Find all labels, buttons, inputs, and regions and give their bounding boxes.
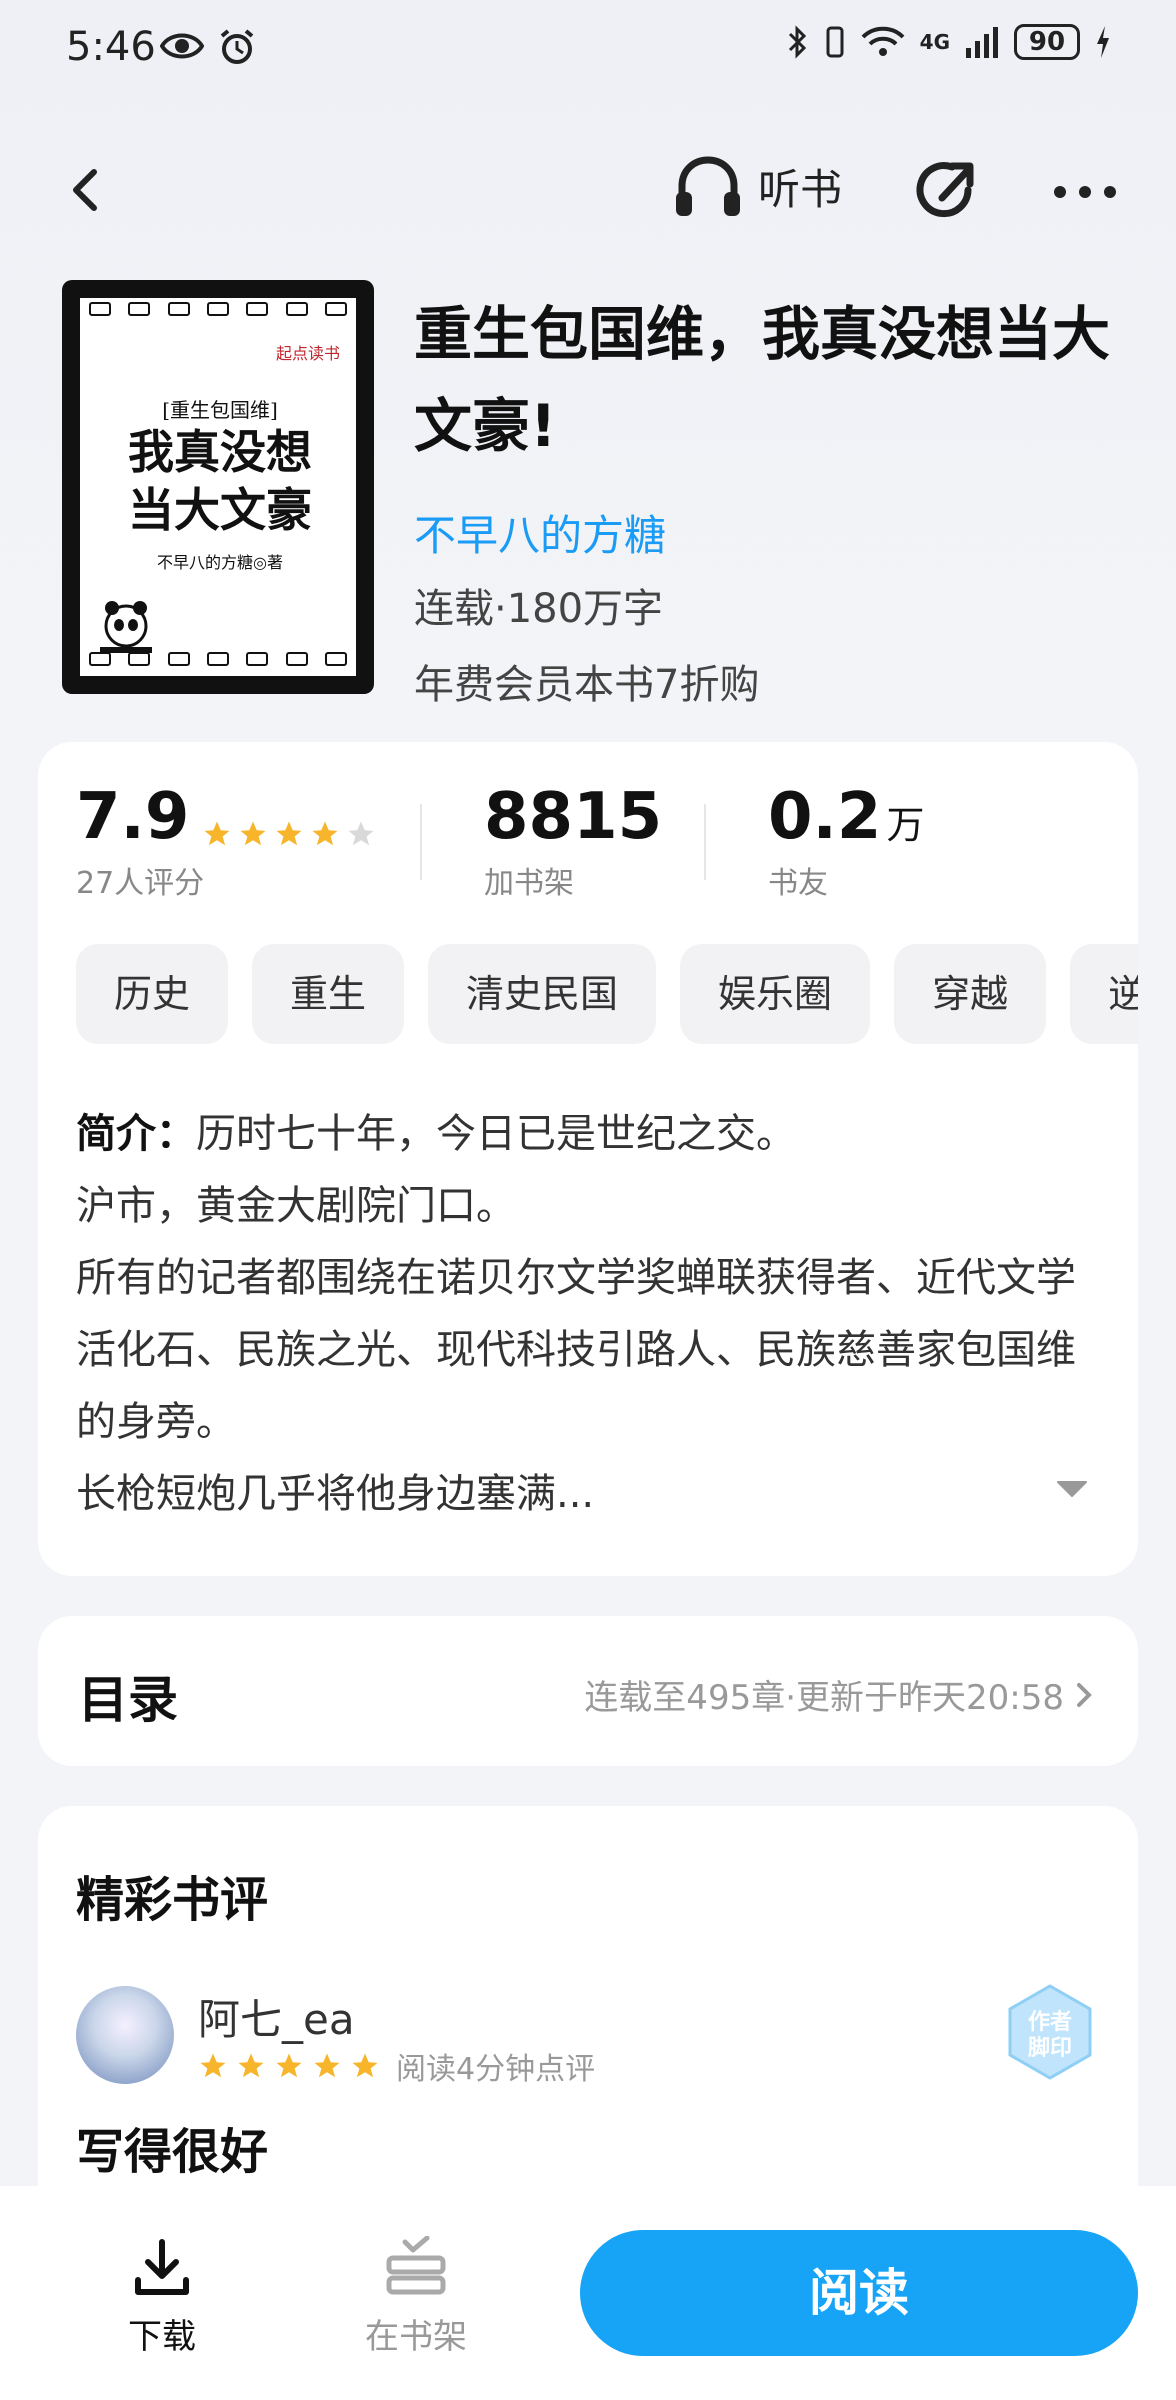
book-intro[interactable]: 简介：历时七十年，今日已是世纪之交。 沪市，黄金大剧院门口。 所有的记者都围绕在… — [76, 1098, 1086, 1530]
review-text[interactable]: 写得很好 — [76, 2112, 268, 2182]
toc-card[interactable]: 目录 连载至495章·更新于昨天20:58 — [38, 1616, 1138, 1766]
book-status: 连载·180万字 — [414, 586, 664, 632]
status-right-icons: 4G 90 — [786, 24, 1112, 60]
star-icon — [276, 2053, 302, 2078]
charging-icon — [1097, 26, 1109, 58]
cover-author: 不早八的方糖◎著 — [157, 553, 283, 572]
intro-line: 长枪短炮几乎将他身边塞满... — [76, 1471, 595, 1517]
star-icon — [240, 821, 266, 845]
rating-value: 7.9 — [76, 780, 190, 854]
intro-line: 历时七十年，今日已是世纪之交。 — [196, 1111, 796, 1157]
review-note: 阅读4分钟点评 — [396, 2052, 596, 2087]
eye-icon — [160, 33, 204, 59]
cover-subtitle: [重生包国维] — [162, 398, 278, 422]
book-author-link[interactable]: 不早八的方糖 — [414, 502, 666, 563]
status-bar: 5:46 4G 90 — [0, 0, 1176, 100]
expand-arrow-icon[interactable] — [1052, 1474, 1092, 1504]
toc-update-info: 连载至495章·更新于昨天20:58 — [584, 1678, 1064, 1718]
cover-title-line2: 当大文豪 — [128, 483, 312, 537]
shelf-count: 8815 — [484, 780, 663, 854]
vibrate-icon — [826, 26, 844, 58]
download-button[interactable]: 下载 — [112, 2236, 212, 2358]
author-footprint-badge-icon: 作者 脚印 — [1008, 1984, 1092, 2080]
listen-label: 听书 — [758, 164, 843, 214]
fans-count: 0.2 — [768, 780, 882, 854]
intro-line: 沪市，黄金大剧院门口。 — [76, 1183, 516, 1229]
film-strip-top — [80, 302, 356, 322]
rating-label: 27人评分 — [76, 866, 205, 901]
back-arrow-icon[interactable] — [60, 150, 110, 230]
cover-title-line1: 我真没想 — [128, 425, 312, 479]
alarm-icon — [220, 29, 254, 64]
status-left-icons — [160, 28, 256, 66]
signal-icon — [966, 27, 998, 58]
download-label: 下载 — [128, 2317, 196, 2357]
fans-stat[interactable]: 0.2 万 书友 — [768, 782, 924, 902]
tag-chip[interactable]: 逆 — [1070, 944, 1138, 1044]
toc-meta: 连载至495章·更新于昨天20:58 — [584, 1670, 1094, 1719]
star-icon — [200, 2053, 226, 2078]
star-empty-icon — [348, 821, 374, 845]
review-section-title: 精彩书评 — [76, 1872, 269, 1928]
bookshelf-check-icon — [386, 2235, 446, 2295]
svg-text:脚印: 脚印 — [1028, 2036, 1072, 2061]
tag-chip[interactable]: 历史 — [76, 944, 229, 1044]
bottom-action-bar: 下载 在书架 阅读 — [0, 2186, 1176, 2400]
chevron-right-icon — [1077, 1682, 1092, 1707]
star-icon — [238, 2053, 264, 2078]
tag-chip[interactable]: 清史民国 — [428, 944, 657, 1044]
stat-divider — [420, 804, 422, 880]
headphones-icon — [676, 156, 740, 216]
status-time: 5:46 — [66, 24, 156, 70]
star-icon — [204, 821, 230, 845]
share-icon[interactable] — [912, 150, 982, 230]
book-cover[interactable]: 起点读书 [重生包国维] 我真没想 当大文豪 不早八的方糖◎著 — [62, 280, 374, 694]
review-stars: 阅读4分钟点评 — [198, 2044, 595, 2088]
on-shelf-button[interactable]: 在书架 — [354, 2235, 478, 2358]
rating-stat[interactable]: 7.9 27人评分 — [76, 782, 376, 902]
film-strip-bottom — [80, 652, 356, 672]
wifi-icon — [861, 26, 905, 56]
cover-text: [重生包国维] 我真没想 当大文豪 不早八的方糖◎著 — [100, 394, 340, 573]
tag-list: 历史 重生 清史民国 娱乐圈 穿越 逆 — [76, 944, 1138, 1048]
listen-button[interactable]: 听书 — [672, 152, 842, 220]
star-icon — [276, 821, 302, 845]
tag-chip[interactable]: 重生 — [252, 944, 405, 1044]
stat-divider — [704, 804, 706, 880]
avatar[interactable] — [76, 1986, 174, 2084]
tag-chip[interactable]: 娱乐圈 — [680, 944, 871, 1044]
shelf-label: 加书架 — [484, 866, 574, 901]
svg-text:作者: 作者 — [1028, 2010, 1072, 2035]
vip-discount-text[interactable]: 年费会员本书7折购 — [414, 652, 759, 710]
intro-label: 简介： — [76, 1111, 196, 1157]
cover-brand: 起点读书 — [275, 344, 340, 363]
star-icon — [352, 2053, 378, 2078]
download-icon — [135, 2239, 189, 2295]
star-icon — [312, 821, 338, 845]
tag-chip[interactable]: 穿越 — [894, 944, 1047, 1044]
book-title: 重生包国维，我真没想当大文豪! — [414, 300, 1111, 460]
star-icon — [314, 2053, 340, 2078]
review-username[interactable]: 阿七_ea — [198, 1986, 355, 2047]
fans-label: 书友 — [768, 866, 828, 901]
bluetooth-icon — [788, 25, 806, 59]
read-button[interactable]: 阅读 — [580, 2230, 1138, 2356]
toc-title: 目录 — [78, 1671, 178, 1729]
more-icon[interactable] — [1050, 150, 1120, 230]
panda-illustration — [100, 601, 152, 653]
network-type: 4G — [919, 30, 950, 54]
on-shelf-label: 在书架 — [365, 2317, 467, 2357]
battery-indicator: 90 — [1014, 24, 1080, 60]
top-nav: 听书 — [0, 140, 1176, 240]
book-info-card: 7.9 27人评分 8815 加书架 0.2 万 书友 历史 重生 清史民国 娱… — [38, 742, 1138, 1576]
rating-stars — [202, 819, 376, 849]
shelf-stat: 8815 加书架 — [484, 782, 662, 902]
intro-line: 所有的记者都围绕在诺贝尔文学奖蝉联获得者、近代文学活化石、民族之光、现代科技引路… — [76, 1255, 1076, 1445]
fans-unit: 万 — [886, 803, 925, 847]
